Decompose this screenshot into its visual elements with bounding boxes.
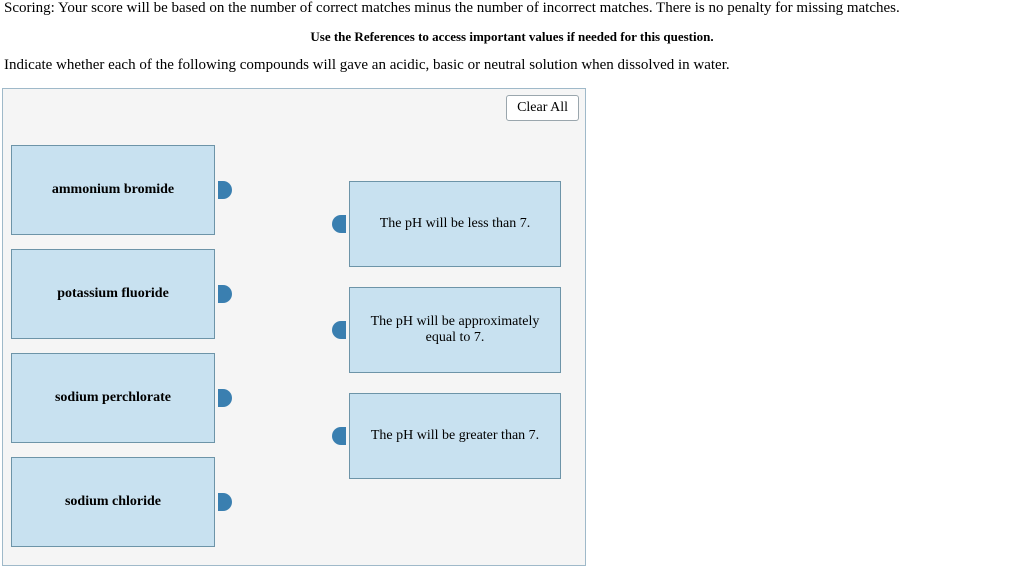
connector-left-icon[interactable] — [332, 427, 346, 445]
target-ph-equal-7[interactable]: The pH will be approximately equal to 7. — [349, 287, 561, 373]
references-text: Use the References to access important v… — [0, 23, 1024, 57]
targets-column: The pH will be less than 7. The pH will … — [349, 181, 565, 499]
compound-label: sodium perchlorate — [55, 390, 171, 406]
connector-right-icon[interactable] — [218, 181, 232, 199]
target-label: The pH will be greater than 7. — [371, 428, 539, 444]
scoring-text: Scoring: Your score will be based on the… — [0, 0, 1024, 23]
connector-right-icon[interactable] — [218, 389, 232, 407]
compound-sodium-chloride[interactable]: sodium chloride — [11, 457, 215, 547]
compound-sodium-perchlorate[interactable]: sodium perchlorate — [11, 353, 215, 443]
connector-right-icon[interactable] — [218, 493, 232, 511]
target-label: The pH will be approximately equal to 7. — [362, 314, 548, 346]
clear-all-button[interactable]: Clear All — [506, 95, 579, 121]
target-ph-less-than-7[interactable]: The pH will be less than 7. — [349, 181, 561, 267]
connector-left-icon[interactable] — [332, 321, 346, 339]
compound-label: potassium fluoride — [57, 286, 169, 302]
matching-panel: Clear All ammonium bromide potassium flu… — [2, 88, 586, 566]
target-label: The pH will be less than 7. — [380, 216, 530, 232]
compound-ammonium-bromide[interactable]: ammonium bromide — [11, 145, 215, 235]
compound-potassium-fluoride[interactable]: potassium fluoride — [11, 249, 215, 339]
compounds-column: ammonium bromide potassium fluoride sodi… — [11, 145, 227, 561]
compound-label: sodium chloride — [65, 494, 161, 510]
connector-right-icon[interactable] — [218, 285, 232, 303]
compound-label: ammonium bromide — [52, 182, 174, 198]
connector-left-icon[interactable] — [332, 215, 346, 233]
question-text: Indicate whether each of the following c… — [0, 57, 1024, 88]
target-ph-greater-than-7[interactable]: The pH will be greater than 7. — [349, 393, 561, 479]
